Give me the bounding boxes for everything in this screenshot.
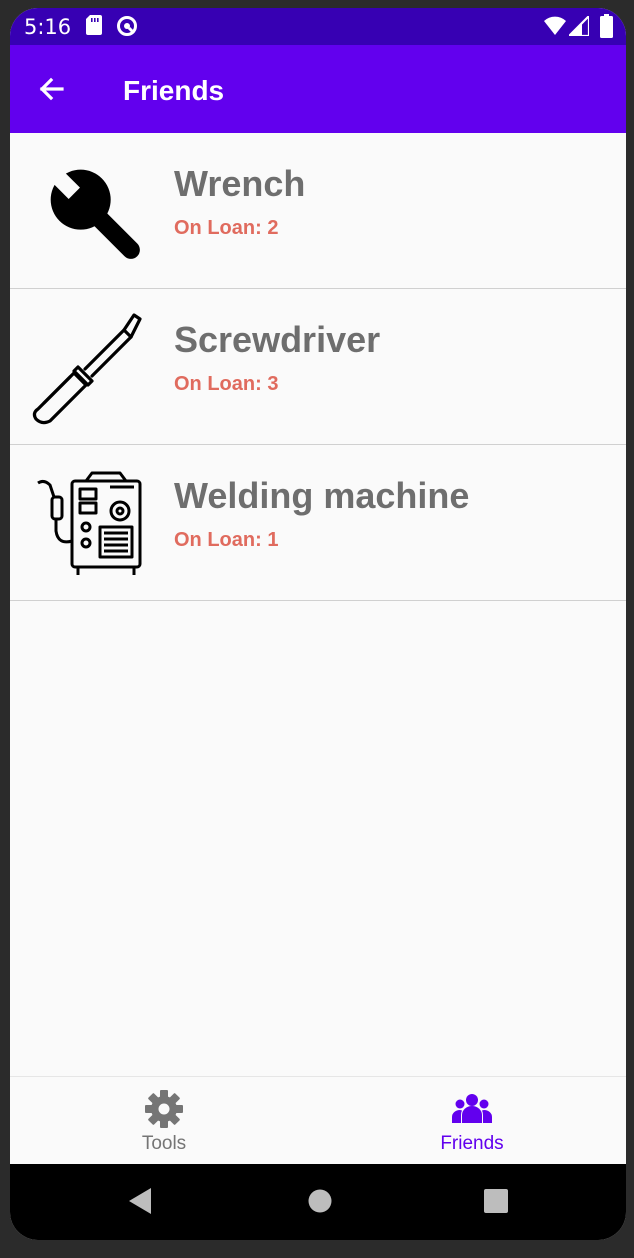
nav-label-friends: Friends: [440, 1133, 504, 1154]
system-back-icon[interactable]: [127, 1186, 153, 1216]
back-arrow-icon[interactable]: [32, 69, 72, 109]
list-item-screwdriver[interactable]: Screwdriver On Loan: 3: [10, 289, 626, 445]
cell-signal-icon: [569, 16, 589, 36]
item-name: Wrench: [174, 163, 306, 204]
nav-friends[interactable]: Friends: [318, 1077, 626, 1165]
data-saver-icon: [117, 16, 137, 36]
wifi-icon: [544, 16, 566, 35]
item-loan-count: On Loan: 3: [174, 373, 279, 395]
app-bar: Friends: [10, 45, 626, 133]
gear-icon: [145, 1090, 183, 1128]
status-bar: 5:16: [10, 8, 626, 45]
screwdriver-icon: [32, 313, 142, 425]
sd-card-icon: [86, 15, 102, 35]
page-title: Friends: [123, 75, 225, 106]
item-loan-count: On Loan: 1: [174, 529, 279, 551]
item-loan-count: On Loan: 2: [174, 217, 279, 239]
wrench-icon: [47, 166, 140, 259]
phone-screen: 5:16 Friends Wrench On Loan: 2 Screwdriv…: [10, 8, 626, 1240]
list-item-wrench[interactable]: Wrench On Loan: 2: [10, 133, 626, 289]
nav-label-tools: Tools: [141, 1133, 187, 1154]
battery-icon: [600, 14, 613, 38]
list-item-welding-machine[interactable]: Welding machine On Loan: 1: [10, 445, 626, 601]
system-home-icon[interactable]: [306, 1186, 334, 1216]
item-name: Welding machine: [174, 475, 470, 516]
system-navigation-bar: [10, 1164, 626, 1240]
system-recents-icon[interactable]: [483, 1186, 509, 1216]
item-name: Screwdriver: [174, 319, 381, 360]
status-time: 5:16: [24, 15, 72, 39]
people-icon: [452, 1094, 492, 1123]
tool-list: Wrench On Loan: 2 Screwdriver On Loan: 3: [10, 133, 626, 601]
welding-machine-icon: [37, 471, 142, 575]
nav-tools[interactable]: Tools: [10, 1077, 318, 1165]
bottom-navigation: Tools Friends: [10, 1076, 626, 1165]
